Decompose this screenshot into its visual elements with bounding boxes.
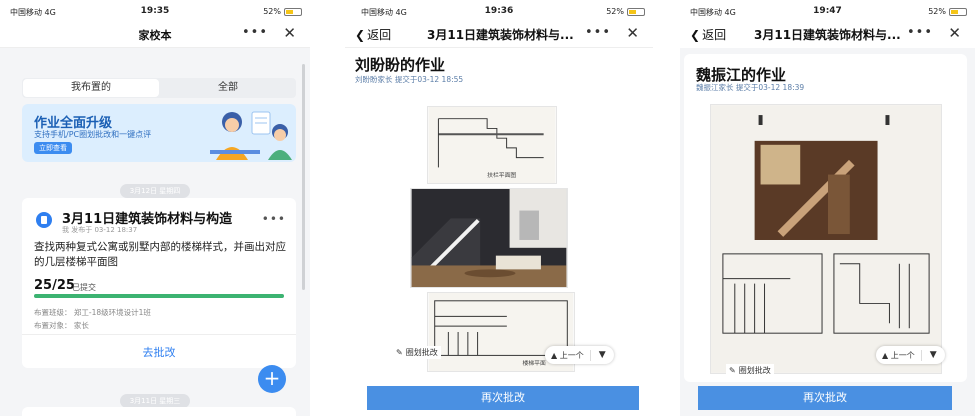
status-bar: 中国移动 4G 19:35 52% <box>0 0 310 22</box>
screenshot-collage: 中国移动 4G 19:35 52% 家校本 ••• ✕ 我布置的 全部 作业全面… <box>0 0 975 416</box>
next-button[interactable]: ▼ <box>591 350 614 360</box>
regrade-button[interactable]: 再次批改 <box>367 386 639 410</box>
more-icon[interactable]: ••• <box>242 25 268 40</box>
close-icon[interactable]: ✕ <box>626 24 639 42</box>
date-label: 3月11日 星期三 <box>119 394 191 408</box>
prev-button[interactable]: ▲ 上一个 <box>876 349 922 361</box>
title-bar: ❮ 返回 3月11日建筑装饰材料与... ••• ✕ <box>345 22 653 48</box>
battery-percent: 52% <box>928 7 946 16</box>
page-title: 3月11日建筑装饰材料与... <box>754 28 901 42</box>
battery-percent: 52% <box>606 7 624 16</box>
card-divider <box>22 334 296 335</box>
target-value: 家长 <box>73 321 89 330</box>
date-separator: 3月12日 星期四 <box>0 178 310 198</box>
battery-indicator: 52% <box>263 7 302 16</box>
chevron-left-icon: ❮ <box>690 27 701 42</box>
page-title: 3月11日建筑装饰材料与... <box>427 28 574 42</box>
annotate-button[interactable]: ✎ 圈划批改 <box>393 346 441 359</box>
annotate-button[interactable]: ✎ 圈划批改 <box>726 364 774 377</box>
class-info: 布置班级： 郑工-18级环境设计1班 <box>34 307 151 318</box>
date-separator: 3月11日 星期三 <box>0 388 310 408</box>
grade-button[interactable]: 去批改 <box>22 344 296 360</box>
status-bar: 中国移动 4G 19:47 52% <box>680 0 975 22</box>
close-icon[interactable]: ✕ <box>948 24 961 42</box>
back-label: 返回 <box>702 28 727 42</box>
back-label: 返回 <box>367 28 392 42</box>
homework-card[interactable]: 3月11日建筑装饰材料与构造 我 发布于 03-12 18:37 ••• 查找两… <box>22 198 296 368</box>
title-bar: ❮ 返回 3月11日建筑装饰材料与... ••• ✕ <box>680 22 975 48</box>
detail-content: 魏振江的作业 魏振江家长 提交于03-12 18:39 ✎ 圈划批改 ▲ 上一个… <box>680 48 975 416</box>
status-bar: 中国移动 4G 19:36 52% <box>345 0 653 22</box>
submission-label: 已提交 <box>72 283 96 292</box>
prev-button[interactable]: ▲ 上一个 <box>545 349 591 361</box>
battery-indicator: 52% <box>606 7 645 16</box>
card-more-icon[interactable]: ••• <box>262 212 286 226</box>
pen-icon: ✎ <box>729 366 736 375</box>
more-icon[interactable]: ••• <box>907 25 933 40</box>
target-info: 布置对象： 家长 <box>34 320 89 331</box>
next-button[interactable]: ▼ <box>922 350 945 360</box>
tab-bar: 我布置的 全部 <box>22 78 296 98</box>
homework-card-next[interactable] <box>22 407 296 416</box>
teacher-illustration <box>210 111 292 160</box>
class-value: 郑工-18级环境设计1班 <box>73 308 151 317</box>
detail-content: 刘盼盼的作业 刘盼盼家长 提交于03-12 18:55 扶栏平面图 楼梯平面 ✎… <box>345 48 653 416</box>
target-label: 布置对象： <box>34 321 72 330</box>
progress-fill <box>34 294 284 298</box>
submission-info: 魏振江家长 提交于03-12 18:39 <box>696 83 805 92</box>
submission-info: 刘盼盼家长 提交于03-12 18:55 <box>355 75 464 84</box>
page-nav: ▲ 上一个 ▼ <box>876 346 945 364</box>
date-label: 3月12日 星期四 <box>119 184 191 198</box>
annotate-label: 圈划批改 <box>405 348 438 357</box>
page-nav: ▲ 上一个 ▼ <box>545 346 614 364</box>
homework-description: 查找两种复式公寓或别墅内部的楼梯样式，并画出对应的几层楼梯平面图 <box>34 241 286 268</box>
upgrade-banner[interactable]: 作业全面升级 支持手机/PC圈划批改和一键点评 立即查看 <box>22 104 296 162</box>
sketch-caption-2: 楼梯平面 <box>522 359 546 367</box>
battery-icon <box>627 7 645 16</box>
phone-homework-detail-2: 中国移动 4G 19:47 52% ❮ 返回 3月11日建筑装饰材料与... ••… <box>680 0 975 416</box>
battery-icon <box>284 7 302 16</box>
sketch-caption-1: 扶栏平面图 <box>487 171 516 179</box>
close-icon[interactable]: ✕ <box>283 24 296 42</box>
stair-sketch-top[interactable]: 扶栏平面图 <box>427 106 557 184</box>
staircase-photo[interactable] <box>410 188 568 288</box>
battery-icon <box>949 7 967 16</box>
submission-progress <box>34 294 284 298</box>
tab-my-assigned[interactable]: 我布置的 <box>23 79 159 97</box>
submission-count: 25/25 <box>34 278 75 293</box>
banner-subtitle: 支持手机/PC圈划批改和一键点评 <box>34 130 152 139</box>
pen-icon: ✎ <box>396 348 403 357</box>
more-icon[interactable]: ••• <box>585 25 611 40</box>
back-button[interactable]: ❮ 返回 <box>690 26 726 43</box>
homework-sheet[interactable] <box>710 104 942 374</box>
title-bar: 家校本 ••• ✕ <box>0 22 310 48</box>
regrade-button[interactable]: 再次批改 <box>698 386 952 410</box>
class-label: 布置班级： <box>34 308 72 317</box>
banner-view-button[interactable]: 立即查看 <box>34 142 72 154</box>
scrollbar[interactable] <box>302 64 305 290</box>
document-icon <box>36 212 52 228</box>
homework-meta: 我 发布于 03-12 18:37 <box>62 226 138 234</box>
phone-homework-list: 中国移动 4G 19:35 52% 家校本 ••• ✕ 我布置的 全部 作业全面… <box>0 0 310 416</box>
phone-homework-detail-1: 中国移动 4G 19:36 52% ❮ 返回 3月11日建筑装饰材料与... ••… <box>345 0 653 416</box>
chevron-left-icon: ❮ <box>355 27 366 42</box>
annotate-label: 圈划批改 <box>738 366 771 375</box>
battery-indicator: 52% <box>928 7 967 16</box>
tab-all[interactable]: 全部 <box>160 78 296 98</box>
student-heading: 刘盼盼的作业 <box>355 56 446 74</box>
back-button[interactable]: ❮ 返回 <box>355 26 391 43</box>
battery-percent: 52% <box>263 7 281 16</box>
